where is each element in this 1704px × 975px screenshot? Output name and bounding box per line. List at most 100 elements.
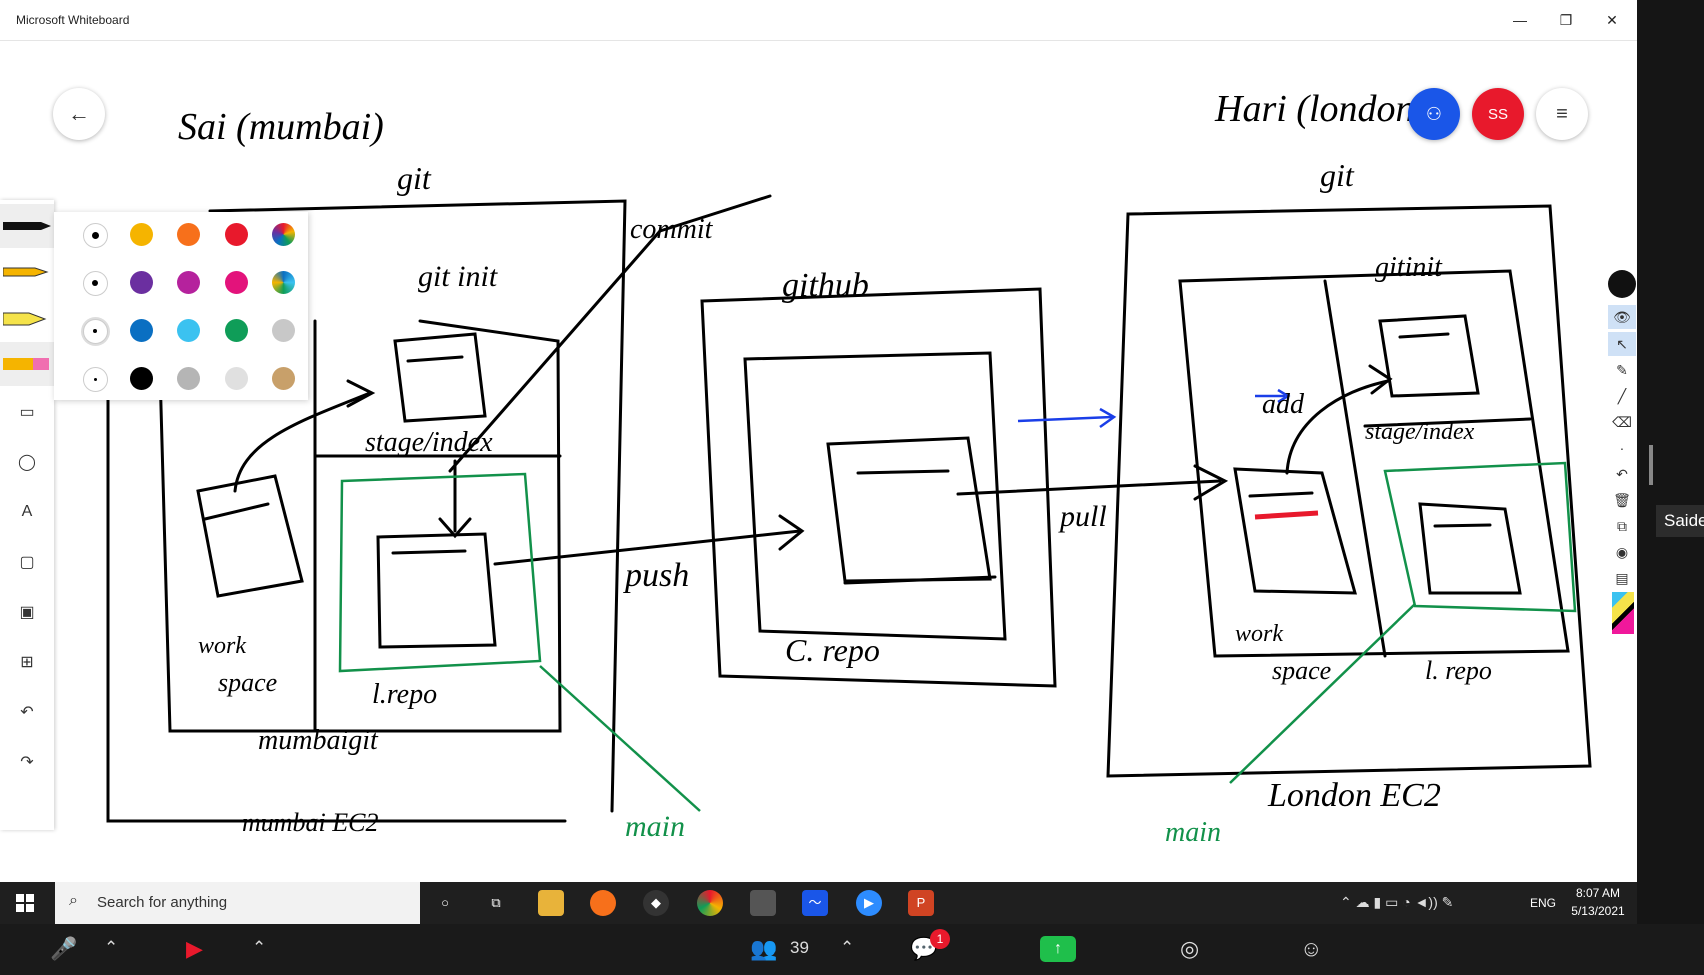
clipboard-icon[interactable]: ▤ [1608,566,1636,590]
file-explorer-icon[interactable] [538,890,564,916]
stage-index-text: stage/index [365,427,493,458]
taskbar-search[interactable]: ⌕ Search for anything [55,882,420,924]
right-local-repo-text: l. repo [1425,656,1492,685]
snip-icon[interactable] [750,890,776,916]
redo-icon[interactable]: ↷ [0,740,54,784]
select-icon[interactable]: ↖ [1608,332,1636,356]
chrome-icon[interactable] [697,890,723,916]
participants-icon[interactable]: 👥 [750,936,777,962]
zoom-controls: 🎤 ⌃ ▶ ⌃ 👥 39 ⌃ 💬 1 ↑ ◎ ☺ [0,924,1704,975]
pull-text: pull [1058,500,1107,533]
task-view-icon[interactable]: ⧉ [483,890,509,916]
chevron-up-icon[interactable]: ⌃ [252,938,266,958]
size-swatch-1[interactable] [83,223,108,248]
reactions-icon[interactable]: ☺ [1300,936,1322,962]
size-swatch-4[interactable] [83,367,108,392]
right-work-text: work [1235,621,1283,647]
lasso-icon[interactable]: ◯ [0,440,54,484]
text-icon[interactable]: A [0,490,54,534]
color-swatch-blue[interactable] [130,319,153,342]
right-git-init-text: gitinit [1375,252,1443,283]
undo-icon[interactable]: ↶ [0,690,54,734]
color-swatch-spectrum[interactable] [272,271,295,294]
zoom-app-icon[interactable]: ▶ [856,890,882,916]
panel-divider[interactable] [1649,445,1653,485]
color-swatch-orange[interactable] [177,223,200,246]
back-button[interactable]: ← [53,88,105,140]
add-icon[interactable]: ⊞ [0,640,54,684]
windows-start-icon[interactable] [16,894,34,912]
right-stage-index-text: stage/index [1365,419,1475,445]
pen-icon[interactable] [0,204,54,248]
color-swatch-yellow[interactable] [130,223,153,246]
color-swatch-tan[interactable] [272,367,295,390]
color-swatch-purple[interactable] [130,271,153,294]
color-swatch-magenta[interactable] [177,271,200,294]
person-add-icon: ⚇ [1425,103,1443,124]
dot-icon[interactable]: · [1608,436,1636,460]
work-text: work [198,633,246,659]
color-swatch-green[interactable] [225,319,248,342]
color-swatch-light-gray[interactable] [272,319,295,342]
close-button[interactable]: ✕ [1596,8,1628,32]
clock[interactable]: 8:07 AM 5/13/2021 [1568,886,1628,918]
participant-count: 39 [790,938,809,957]
zoom-side-panel [1637,0,1704,924]
record-icon[interactable]: ◎ [1180,936,1199,962]
chevron-up-icon[interactable]: ⌃ [104,938,118,958]
color-swatch-rainbow[interactable] [272,223,295,246]
github-desktop-icon[interactable]: ◆ [643,890,669,916]
eraser-tool-icon[interactable]: ⌫ [1608,410,1636,434]
size-swatch-2[interactable] [83,271,108,296]
windows-taskbar: ⌕ Search for anything ○ ⧉ ◆ 〜 ▶ P ⌃ ☁ ▮ … [0,882,1637,924]
color-swatch-gray[interactable] [177,367,200,390]
color-swatch-black[interactable] [130,367,153,390]
menu-button[interactable]: ≡ [1536,88,1588,140]
powerpoint-icon[interactable]: P [908,890,934,916]
highlighter-icon[interactable] [0,296,54,340]
london-git-box [1178,269,1570,658]
copy-icon[interactable]: ⧉ [1608,514,1636,538]
note-icon[interactable]: ▢ [0,540,54,584]
color-swatch-light-blue[interactable] [177,319,200,342]
whiteboard-app-icon[interactable]: 〜 [802,890,828,916]
avatar[interactable]: SS [1472,88,1524,140]
color-swatch-pink[interactable] [225,271,248,294]
eraser-icon[interactable] [0,342,54,386]
ruler-icon[interactable]: ▭ [0,390,54,434]
yellow-pen-icon[interactable] [0,250,54,294]
pen-mode-icon[interactable] [1608,270,1636,298]
share-screen-icon[interactable]: ↑ [1040,936,1076,962]
color-swatch-red[interactable] [225,223,248,246]
camera-icon[interactable]: ◉ [1608,540,1636,564]
london-ec2-text: London EC2 [1267,777,1441,814]
color-icon[interactable] [1612,592,1634,634]
cortana-icon[interactable]: ○ [432,890,458,916]
chevron-up-icon[interactable]: ⌃ [840,938,854,958]
stage-box [393,332,487,423]
right-git-text: git [1320,157,1355,193]
stop-video-icon[interactable]: ▶ [186,936,203,962]
whiteboard-canvas[interactable]: Sai (mumbai) git git init commit stage/i… [0,41,1637,881]
size-swatch-3[interactable] [83,319,108,344]
avatar-initials: SS [1487,105,1508,123]
undo-tool-icon[interactable]: ↶ [1608,462,1636,486]
pen-tool-icon[interactable]: ✎ [1608,358,1636,382]
trash-icon[interactable]: 🗑 [1608,488,1636,512]
minimize-button[interactable]: — [1504,8,1536,32]
invite-button[interactable]: ⚇ [1408,88,1460,140]
color-swatch-silver[interactable] [225,367,248,390]
image-icon[interactable]: ▣ [0,590,54,634]
firefox-icon[interactable] [590,890,616,916]
language-indicator[interactable]: ENG [1530,896,1556,910]
right-local-repo-green-box [1383,461,1577,613]
ruler-tool-icon[interactable]: ╱ [1608,384,1636,408]
mute-mic-icon[interactable]: 🎤 [50,936,77,962]
color-palette [54,212,308,400]
local-repo-green-box [338,472,542,673]
restore-button[interactable]: ❐ [1550,8,1582,32]
eye-icon[interactable]: 👁 [1608,305,1636,329]
tray-icons[interactable]: ⌃ ☁ ▮ ▭ ◔ ◄)) ✎ [1340,894,1453,911]
app-title: Microsoft Whiteboard [16,13,130,27]
right-local-repo-file [1418,502,1522,595]
